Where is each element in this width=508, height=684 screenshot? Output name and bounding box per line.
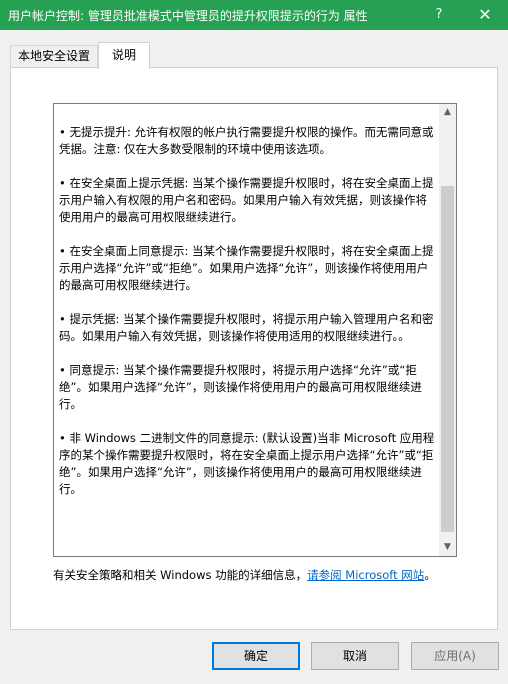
close-button[interactable]: ✕ xyxy=(470,0,500,30)
apply-button[interactable]: 应用(A) xyxy=(411,642,499,670)
description-textbox[interactable]: • 无提示提升: 允许有权限的帐户执行需要提升权限的操作。而无需同意或凭据。注意… xyxy=(53,103,457,557)
description-paragraph: • 无提示提升: 允许有权限的帐户执行需要提升权限的操作。而无需同意或凭据。注意… xyxy=(59,125,434,156)
window-title: 用户帐户控制: 管理员批准模式中管理员的提升权限提示的行为 属性 xyxy=(8,9,368,23)
description-paragraph: • 在安全桌面上同意提示: 当某个操作需要提升权限时，将在安全桌面上提示用户选择… xyxy=(59,244,434,292)
vertical-scrollbar[interactable]: ▲ ▼ xyxy=(439,104,456,556)
microsoft-website-link[interactable]: 请参阅 Microsoft 网站 xyxy=(307,568,424,582)
description-paragraph: • 非 Windows 二进制文件的同意提示: (默认设置)当非 Microso… xyxy=(59,431,435,496)
cancel-button[interactable]: 取消 xyxy=(311,642,399,670)
tab-explain[interactable]: 说明 xyxy=(98,42,150,69)
more-info-text: 有关安全策略和相关 Windows 功能的详细信息，请参阅 Microsoft … xyxy=(53,567,463,584)
help-button[interactable]: ? xyxy=(424,0,454,30)
description-paragraph: • 在安全桌面上提示凭据: 当某个操作需要提升权限时，将在安全桌面上提示用户输入… xyxy=(59,176,434,224)
description-text: • 无提示提升: 允许有权限的帐户执行需要提升权限的操作。而无需同意或凭据。注意… xyxy=(59,124,437,515)
scroll-down-icon[interactable]: ▼ xyxy=(439,539,456,556)
more-info-suffix: 。 xyxy=(424,568,436,582)
title-bar: 用户帐户控制: 管理员批准模式中管理员的提升权限提示的行为 属性 ? ✕ xyxy=(0,0,508,30)
description-paragraph: • 同意提示: 当某个操作需要提升权限时，将提示用户选择“允许”或“拒绝”。如果… xyxy=(59,363,422,411)
ok-button[interactable]: 确定 xyxy=(212,642,300,670)
scroll-thumb[interactable] xyxy=(441,186,454,532)
scroll-up-icon[interactable]: ▲ xyxy=(439,104,456,121)
description-paragraph: • 提示凭据: 当某个操作需要提升权限时，将提示用户输入管理用户名和密码。如果用… xyxy=(59,312,434,343)
more-info-label: 有关安全策略和相关 Windows 功能的详细信息， xyxy=(53,568,308,582)
tab-local-security-setting[interactable]: 本地安全设置 xyxy=(10,45,98,67)
